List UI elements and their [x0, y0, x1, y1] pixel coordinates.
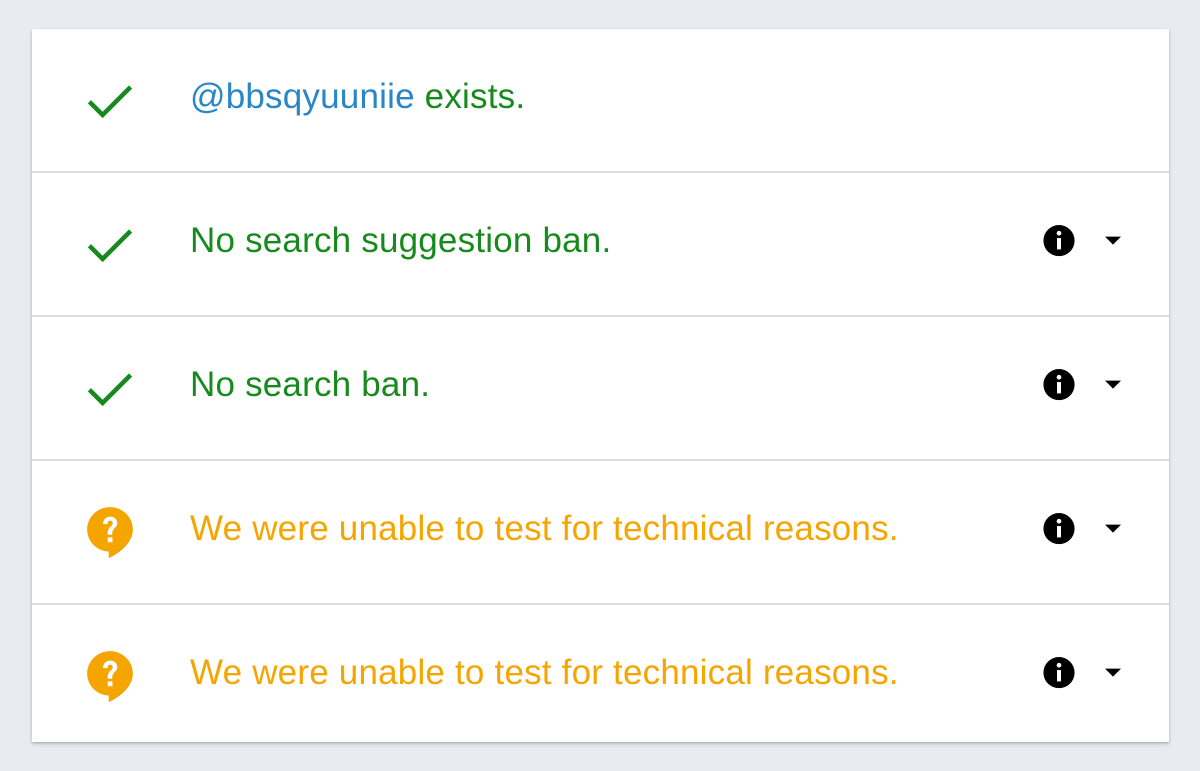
row-controls: [1042, 224, 1123, 258]
result-row-search-ban: No search ban.: [32, 317, 1169, 461]
caret-down-icon[interactable]: [1103, 512, 1123, 546]
result-row-search-suggestion-ban: No search suggestion ban.: [32, 173, 1169, 317]
result-message: No search ban.: [190, 364, 431, 404]
result-message: We were unable to test for technical rea…: [190, 652, 899, 692]
result-row-unable-to-test: We were unable to test for technical rea…: [32, 605, 1169, 747]
result-text: @bbsqyuuniie exists.: [190, 77, 525, 117]
result-row-unable-to-test: We were unable to test for technical rea…: [32, 461, 1169, 605]
info-icon[interactable]: [1042, 512, 1076, 546]
info-icon[interactable]: [1042, 368, 1076, 402]
result-message: We were unable to test for technical rea…: [190, 508, 899, 548]
info-icon[interactable]: [1042, 656, 1076, 690]
result-message: No search suggestion ban.: [190, 220, 612, 260]
result-row-exists: @bbsqyuuniie exists.: [32, 29, 1169, 173]
checkmark-icon: [82, 216, 138, 272]
result-message: exists.: [414, 76, 526, 116]
row-controls: [1042, 512, 1123, 546]
username-link[interactable]: @bbsqyuuniie: [190, 77, 415, 116]
caret-down-icon[interactable]: [1103, 368, 1123, 402]
info-icon[interactable]: [1042, 224, 1076, 258]
row-controls: [1042, 656, 1123, 690]
row-controls: [1042, 368, 1123, 402]
caret-down-icon[interactable]: [1103, 656, 1123, 690]
checkmark-icon: [82, 72, 138, 128]
results-card: @bbsqyuuniie exists. No search suggestio…: [32, 29, 1169, 742]
question-bubble-icon: [82, 648, 138, 704]
question-bubble-icon: [82, 504, 138, 560]
caret-down-icon[interactable]: [1103, 224, 1123, 258]
checkmark-icon: [82, 360, 138, 416]
